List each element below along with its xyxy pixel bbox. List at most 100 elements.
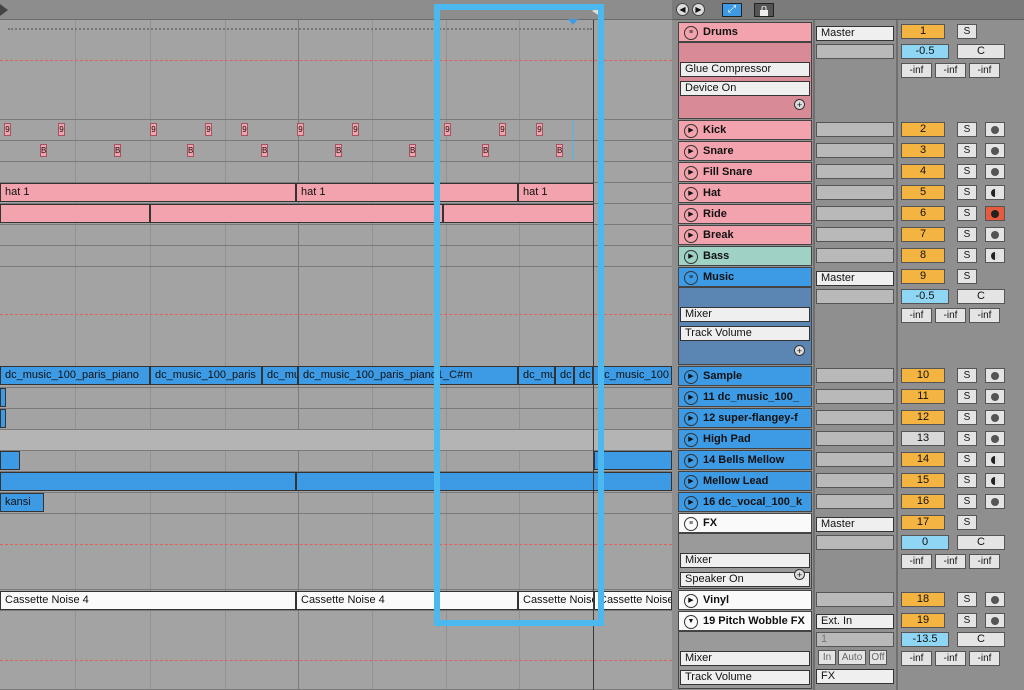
solo-button[interactable]: S [957, 227, 977, 242]
arm-button[interactable] [985, 143, 1005, 158]
arm-button[interactable] [985, 185, 1005, 200]
solo-button[interactable]: S [957, 122, 977, 137]
io-slot[interactable] [816, 368, 894, 383]
snare-note[interactable]: B [40, 144, 47, 157]
arm-button[interactable] [985, 227, 1005, 242]
arm-button[interactable] [985, 206, 1005, 221]
solo-button[interactable]: S [957, 248, 977, 263]
device-select[interactable]: Mixer [680, 553, 810, 568]
solo-button[interactable]: S [957, 473, 977, 488]
track-header-break[interactable]: ▶ Break [678, 225, 812, 245]
io-slot[interactable] [816, 410, 894, 425]
volume-field[interactable]: -0.5 [901, 289, 949, 304]
add-icon[interactable]: + [794, 99, 805, 110]
loop-start-marker[interactable] [0, 4, 8, 16]
hat-clip[interactable]: hat 1 [0, 183, 296, 202]
snare-note[interactable]: B [409, 144, 416, 157]
track-number[interactable]: 9 [901, 269, 945, 284]
track-number[interactable]: 12 [901, 410, 945, 425]
output-select[interactable]: Master [816, 517, 894, 532]
track-number[interactable]: 2 [901, 122, 945, 137]
monitor-in-button[interactable]: In [818, 650, 836, 665]
snare-note[interactable]: B [187, 144, 194, 157]
arm-button[interactable] [985, 494, 1005, 509]
ride-clip[interactable] [0, 204, 150, 223]
music-clip[interactable]: dc_music_100 [593, 366, 672, 385]
kick-note[interactable]: 9 [297, 123, 304, 136]
track-number[interactable]: 19 [901, 613, 945, 628]
solo-button[interactable]: S [957, 185, 977, 200]
bells-clip[interactable] [594, 451, 672, 470]
ride-clip[interactable] [150, 204, 443, 223]
kick-note[interactable]: 9 [58, 123, 65, 136]
solo-button[interactable]: S [957, 389, 977, 404]
play-icon[interactable]: ▶ [684, 594, 698, 608]
io-slot[interactable] [816, 494, 894, 509]
track-number[interactable]: 4 [901, 164, 945, 179]
play-icon[interactable]: ▶ [684, 124, 698, 138]
arm-button[interactable] [985, 431, 1005, 446]
track-header-19-pitch-wobble-fx[interactable]: ▼ 19 Pitch Wobble FX [678, 611, 812, 631]
kick-note[interactable]: 9 [4, 123, 11, 136]
output-channel[interactable] [816, 535, 894, 550]
play-icon[interactable]: ▶ [684, 412, 698, 426]
monitor-auto-button[interactable]: Auto [838, 650, 866, 665]
io-slot[interactable] [816, 227, 894, 242]
music-clip[interactable]: dc_music_100_paris_piano [0, 366, 150, 385]
parameter-select[interactable]: Speaker On [680, 572, 810, 587]
track-number[interactable]: 15 [901, 473, 945, 488]
volume-field[interactable]: -13.5 [901, 632, 949, 647]
volume-field[interactable]: -0.5 [901, 44, 949, 59]
track-number[interactable]: 6 [901, 206, 945, 221]
track-header-14-bells-mellow[interactable]: ▶ 14 Bells Mellow [678, 450, 812, 470]
output-channel[interactable] [816, 289, 894, 304]
io-slot[interactable] [816, 431, 894, 446]
track-number[interactable]: 1 [901, 24, 945, 39]
arm-button[interactable] [985, 248, 1005, 263]
io-slot[interactable] [816, 206, 894, 221]
arm-button[interactable] [985, 389, 1005, 404]
track-number[interactable]: 10 [901, 368, 945, 383]
output-select[interactable]: FX [816, 669, 894, 684]
volume-field[interactable]: 0 [901, 535, 949, 550]
snare-note[interactable]: B [335, 144, 342, 157]
vinyl-clip[interactable]: Cassette Noise 4 [594, 591, 672, 610]
track-header-12-super-flangey-f[interactable]: ▶ 12 super-flangey-f [678, 408, 812, 428]
output-channel[interactable] [816, 44, 894, 59]
play-icon[interactable]: ▶ [684, 250, 698, 264]
arm-button[interactable] [985, 410, 1005, 425]
add-icon[interactable]: + [794, 569, 805, 580]
track-header-music[interactable]: ≡ Music [678, 267, 812, 287]
pan-field[interactable]: C [957, 535, 1005, 550]
track-header-fill-snare[interactable]: ▶ Fill Snare [678, 162, 812, 182]
input-channel[interactable]: 1 [816, 632, 894, 647]
monitor-off-button[interactable]: Off [869, 650, 887, 665]
track-number[interactable]: 13 [901, 431, 945, 446]
solo-button[interactable]: S [957, 431, 977, 446]
kick-note[interactable]: 9 [241, 123, 248, 136]
arm-button[interactable] [985, 592, 1005, 607]
solo-button[interactable]: S [957, 164, 977, 179]
play-icon[interactable]: ▶ [684, 475, 698, 489]
device-select[interactable]: Glue Compressor [680, 62, 810, 77]
output-select[interactable]: Master [816, 26, 894, 41]
track-header-mellow-lead[interactable]: ▶ Mellow Lead [678, 471, 812, 491]
io-slot[interactable] [816, 389, 894, 404]
solo-button[interactable]: S [957, 206, 977, 221]
forward-arrow-icon[interactable]: ▶ [692, 3, 705, 16]
back-arrow-icon[interactable]: ◀ [676, 3, 689, 16]
arrangement-view[interactable]: 9 9 9 9 9 9 9 9 9 9 B B B B B B B B hat … [0, 0, 672, 690]
io-slot[interactable] [816, 185, 894, 200]
solo-button[interactable]: S [957, 494, 977, 509]
track-header-hat[interactable]: ▶ Hat [678, 183, 812, 203]
parameter-select[interactable]: Device On [680, 81, 810, 96]
solo-button[interactable]: S [957, 613, 977, 628]
output-select[interactable]: Master [816, 271, 894, 286]
track-header-11-dc-music-100-[interactable]: ▶ 11 dc_music_100_ [678, 387, 812, 407]
pan-field[interactable]: C [957, 632, 1005, 647]
parameter-select[interactable]: Track Volume [680, 326, 810, 341]
track-header-drums[interactable]: ≡ Drums [678, 22, 812, 42]
snare-note[interactable]: B [114, 144, 121, 157]
io-slot[interactable] [816, 122, 894, 137]
io-slot[interactable] [816, 164, 894, 179]
